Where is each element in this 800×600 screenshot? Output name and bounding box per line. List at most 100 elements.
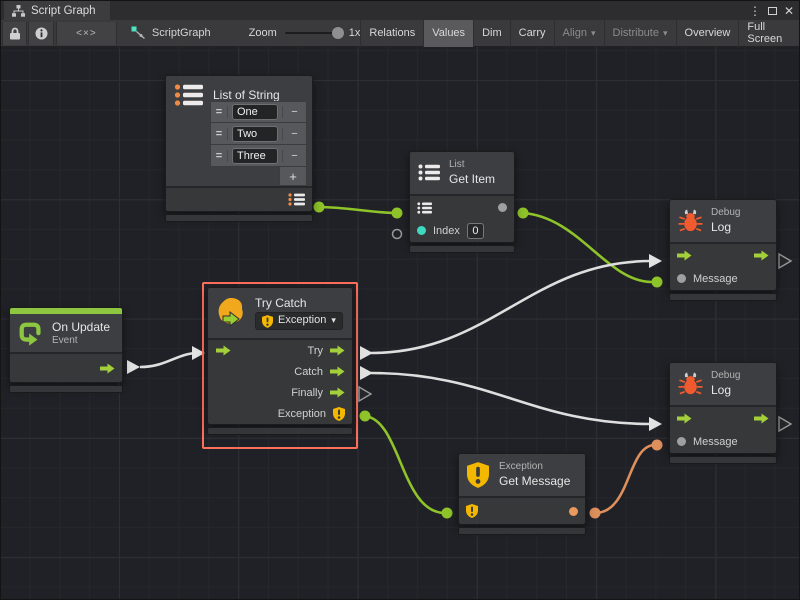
port-log1-message-in[interactable] bbox=[652, 277, 663, 288]
arrow-into-log2[interactable] bbox=[649, 417, 662, 431]
node-list-of-string[interactable]: List of String = One − = Two − bbox=[165, 75, 313, 222]
dim-button[interactable]: Dim bbox=[473, 20, 510, 47]
node-debug-log-1-body: Message bbox=[670, 244, 776, 290]
list-item-row: = Two − bbox=[210, 123, 307, 145]
node-title: Log bbox=[711, 383, 740, 398]
index-value-field[interactable]: 0 bbox=[467, 223, 484, 239]
message-output-port[interactable] bbox=[569, 507, 578, 516]
port-finally-out[interactable] bbox=[359, 387, 371, 401]
wire-onupdate-to-trycatch[interactable] bbox=[140, 353, 198, 367]
wire-list-to-getitem[interactable] bbox=[319, 207, 397, 213]
exception-type-label: Exception bbox=[278, 314, 326, 328]
wire-try-to-log1[interactable] bbox=[371, 261, 651, 353]
node-debug-log-1-main: Debug Log Message bbox=[669, 199, 777, 291]
zoom-value: 1x bbox=[349, 27, 361, 39]
catch-port-label: Catch bbox=[294, 366, 323, 378]
port-onupdate-out[interactable] bbox=[127, 360, 140, 374]
flow-input-port[interactable] bbox=[216, 345, 231, 356]
graph-canvas[interactable]: List of String = One − = Two − bbox=[1, 47, 800, 600]
port-log2-message-in[interactable] bbox=[652, 440, 663, 451]
overview-button[interactable]: Overview bbox=[676, 20, 739, 47]
zoom-slider-handle[interactable] bbox=[332, 27, 344, 39]
index-input-port[interactable] bbox=[417, 226, 426, 235]
shield-icon bbox=[262, 315, 273, 328]
remove-item-button[interactable]: − bbox=[282, 128, 306, 140]
distribute-button[interactable]: Distribute▾ bbox=[604, 20, 676, 47]
chevron-down-icon: ▾ bbox=[591, 28, 596, 39]
node-list-of-string-body bbox=[166, 188, 312, 211]
port-getitem-result-out[interactable] bbox=[518, 208, 529, 219]
zoom-slider[interactable] bbox=[285, 32, 341, 34]
node-get-item[interactable]: List Get Item bbox=[409, 151, 515, 253]
flow-output-port[interactable] bbox=[100, 363, 115, 374]
maximize-icon[interactable] bbox=[768, 5, 777, 17]
port-exception-out[interactable] bbox=[360, 411, 371, 422]
message-input-port[interactable] bbox=[677, 274, 686, 283]
node-debug-log-1-header: Debug Log bbox=[670, 200, 776, 244]
arrow-into-trycatch[interactable] bbox=[192, 346, 205, 360]
port-getmessage-out[interactable] bbox=[590, 508, 601, 519]
node-try-catch[interactable]: Try Catch Exception ▾ bbox=[207, 287, 353, 435]
flow-input-port[interactable] bbox=[677, 413, 692, 424]
remove-item-button[interactable]: − bbox=[282, 106, 306, 118]
add-item-button[interactable]: + bbox=[279, 167, 307, 186]
carry-label: Carry bbox=[519, 27, 546, 39]
port-index-in[interactable] bbox=[393, 230, 402, 239]
info-button[interactable] bbox=[28, 22, 53, 45]
info-icon bbox=[35, 27, 48, 40]
wire-getmessage-to-log2-message[interactable] bbox=[595, 445, 655, 513]
node-list-of-string-main: List of String = One − = Two − bbox=[165, 75, 313, 212]
port-log1-out[interactable] bbox=[779, 254, 791, 268]
tab-script-graph[interactable]: Script Graph bbox=[4, 1, 110, 20]
try-flow-port[interactable] bbox=[330, 345, 345, 356]
wire-exception-to-getmessage[interactable] bbox=[365, 416, 445, 513]
relations-button[interactable]: Relations bbox=[360, 20, 423, 47]
port-try-out[interactable] bbox=[360, 346, 373, 360]
flow-output-port[interactable] bbox=[754, 413, 769, 424]
lock-button[interactable] bbox=[2, 22, 27, 45]
fullscreen-button[interactable]: Full Screen bbox=[738, 20, 800, 47]
chevron-down-icon: ▾ bbox=[331, 315, 336, 326]
node-get-message[interactable]: Exception Get Message bbox=[458, 453, 586, 535]
graph-breadcrumb[interactable]: ScriptGraph bbox=[131, 26, 211, 40]
value-output-port[interactable] bbox=[498, 203, 507, 212]
values-button[interactable]: Values bbox=[423, 20, 473, 47]
overview-label: Overview bbox=[685, 27, 731, 39]
catch-flow-port[interactable] bbox=[330, 366, 345, 377]
flow-output-port[interactable] bbox=[754, 250, 769, 261]
drag-handle[interactable]: = bbox=[211, 150, 228, 162]
list-item-field[interactable]: Two bbox=[232, 126, 278, 142]
close-icon[interactable]: ✕ bbox=[784, 5, 794, 17]
align-button[interactable]: Align▾ bbox=[554, 20, 604, 47]
drag-handle[interactable]: = bbox=[211, 106, 228, 118]
port-getitem-list-in[interactable] bbox=[392, 208, 403, 219]
code-view-button[interactable]: <×> bbox=[56, 22, 117, 45]
port-getmessage-in[interactable] bbox=[442, 508, 453, 519]
finally-flow-port[interactable] bbox=[330, 387, 345, 398]
graph-label: ScriptGraph bbox=[152, 27, 211, 39]
exception-type-dropdown[interactable]: Exception ▾ bbox=[255, 312, 343, 330]
port-list-output[interactable] bbox=[314, 202, 325, 213]
menu-icon[interactable]: ⋮ bbox=[749, 5, 761, 17]
port-catch-out[interactable] bbox=[360, 366, 373, 380]
arrow-into-log1[interactable] bbox=[649, 254, 662, 268]
wire-catch-to-log2[interactable] bbox=[371, 373, 651, 424]
port-log2-out[interactable] bbox=[779, 417, 791, 431]
exception-port-label: Exception bbox=[278, 408, 326, 420]
remove-item-button[interactable]: − bbox=[282, 150, 306, 162]
flow-input-port[interactable] bbox=[677, 250, 692, 261]
node-get-item-body: Index 0 bbox=[410, 196, 514, 242]
list-item-field[interactable]: Three bbox=[232, 148, 278, 164]
list-port-icon[interactable] bbox=[417, 202, 432, 214]
exception-value-port[interactable] bbox=[333, 407, 345, 421]
node-debug-log-1[interactable]: Debug Log Message bbox=[669, 199, 777, 301]
list-item-field[interactable]: One bbox=[232, 104, 278, 120]
carry-button[interactable]: Carry bbox=[510, 20, 554, 47]
list-port-icon[interactable] bbox=[288, 193, 305, 206]
exception-input-port[interactable] bbox=[466, 504, 478, 518]
node-try-catch-main: Try Catch Exception ▾ bbox=[207, 287, 353, 425]
node-debug-log-2[interactable]: Debug Log Message bbox=[669, 362, 777, 464]
drag-handle[interactable]: = bbox=[211, 128, 228, 140]
node-on-update[interactable]: On Update Event bbox=[9, 307, 123, 393]
message-input-port[interactable] bbox=[677, 437, 686, 446]
